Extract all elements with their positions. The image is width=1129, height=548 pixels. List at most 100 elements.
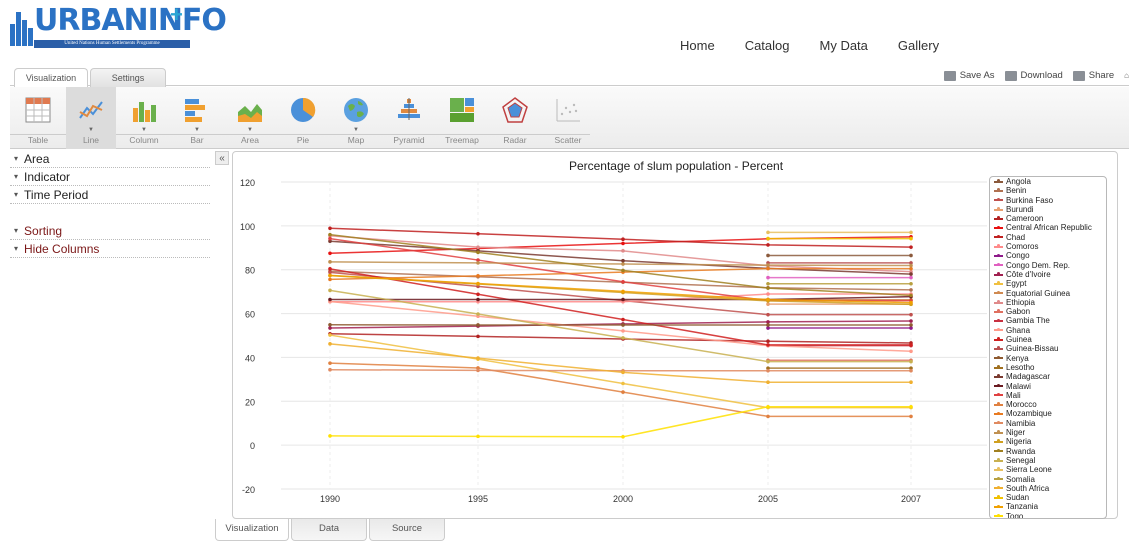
data-point[interactable] (476, 292, 480, 297)
data-point[interactable] (766, 320, 770, 324)
legend-item[interactable]: Tanzania (990, 502, 1106, 511)
data-point[interactable] (909, 414, 913, 419)
data-point[interactable] (909, 245, 913, 249)
legend-item[interactable]: Somalia (990, 475, 1106, 484)
collapse-sidebar-button[interactable]: « (215, 151, 229, 165)
data-point[interactable] (328, 260, 332, 264)
data-point[interactable] (328, 277, 332, 282)
sidebar-item-time-period[interactable]: ▾ Time Period (10, 186, 210, 204)
data-point[interactable] (766, 275, 770, 280)
data-point[interactable] (766, 323, 770, 327)
dropdown-caret-icon[interactable]: ▼ (141, 127, 147, 133)
data-point[interactable] (621, 262, 625, 266)
data-point[interactable] (476, 281, 480, 286)
data-point[interactable] (476, 356, 480, 360)
tab-visualization-bottom[interactable]: Visualization (215, 519, 289, 541)
nav-gallery[interactable]: Gallery (898, 38, 939, 53)
tool-treemap[interactable]: Treemap (437, 87, 487, 149)
legend-item[interactable]: Equatorial Guinea (990, 289, 1106, 298)
nav-home[interactable]: Home (680, 38, 715, 53)
data-point[interactable] (909, 288, 913, 292)
data-point[interactable] (328, 267, 332, 271)
legend-item[interactable]: Benin (990, 186, 1106, 195)
series-line[interactable] (329, 332, 912, 344)
data-point[interactable] (766, 302, 770, 306)
data-point[interactable] (476, 261, 480, 265)
data-point[interactable] (621, 336, 625, 340)
dropdown-caret-icon[interactable]: ▼ (88, 127, 94, 133)
data-point[interactable] (909, 266, 913, 271)
data-point[interactable] (328, 342, 332, 346)
data-point[interactable] (909, 312, 913, 317)
data-point[interactable] (766, 266, 770, 271)
data-point[interactable] (909, 253, 913, 258)
legend-item[interactable]: Ethiopia (990, 298, 1106, 307)
data-point[interactable] (328, 326, 332, 330)
data-point[interactable] (909, 272, 913, 276)
data-point[interactable] (909, 319, 913, 323)
legend-item[interactable]: Cameroon (990, 214, 1106, 223)
series-line[interactable] (329, 406, 911, 438)
tab-visualization[interactable]: Visualization (14, 68, 88, 87)
data-point[interactable] (766, 297, 770, 302)
data-point[interactable] (621, 249, 625, 253)
data-point[interactable] (909, 230, 913, 235)
data-point[interactable] (621, 329, 625, 333)
data-point[interactable] (621, 317, 625, 322)
tool-radar[interactable]: Radar (490, 87, 540, 149)
urbaninfo-logo[interactable]: URBANINFO + United Nations Human Settlem… (10, 2, 227, 50)
data-point[interactable] (476, 274, 480, 278)
data-point[interactable] (766, 339, 770, 344)
data-point[interactable] (766, 326, 770, 330)
legend-item[interactable]: South Africa (990, 484, 1106, 493)
data-point[interactable] (328, 251, 332, 256)
legend-item[interactable]: Gabon (990, 307, 1106, 316)
data-point[interactable] (621, 323, 625, 327)
data-point[interactable] (766, 253, 770, 258)
data-point[interactable] (328, 273, 332, 278)
series-line[interactable] (330, 295, 912, 301)
legend-item[interactable]: Niger (990, 428, 1106, 437)
legend-item[interactable]: Congo Dem. Rep. (990, 261, 1106, 270)
data-point[interactable] (328, 322, 332, 327)
tool-map[interactable]: ▼ Map (331, 87, 381, 149)
legend-item[interactable]: Angola (990, 177, 1106, 186)
series-line[interactable] (329, 368, 911, 372)
legend-item[interactable]: Côte d'Ivoire (990, 270, 1106, 279)
data-point[interactable] (909, 349, 913, 354)
data-point[interactable] (476, 297, 480, 302)
tool-line[interactable]: ▼ Line (66, 87, 116, 149)
data-point[interactable] (909, 326, 913, 330)
data-point[interactable] (621, 390, 625, 394)
data-point[interactable] (476, 245, 480, 249)
sidebar-item-sorting[interactable]: ▾ Sorting (10, 222, 210, 240)
legend-item[interactable]: Morocco (990, 400, 1106, 409)
nav-catalog[interactable]: Catalog (745, 38, 790, 53)
data-point[interactable] (766, 281, 770, 286)
legend-item[interactable]: Nigeria (990, 437, 1106, 446)
tool-pyramid[interactable]: Pyramid (384, 87, 434, 149)
legend-item[interactable]: Burkina Faso (990, 196, 1106, 205)
series-line[interactable] (329, 234, 912, 273)
legend-item[interactable]: Gambia The (990, 316, 1106, 325)
data-point[interactable] (476, 334, 480, 339)
tab-data[interactable]: Data (291, 519, 367, 541)
data-point[interactable] (328, 226, 332, 231)
legend-item[interactable]: Lesotho (990, 363, 1106, 372)
data-point[interactable] (328, 434, 332, 438)
data-point[interactable] (328, 297, 332, 302)
tool-bar[interactable]: ▼ Bar (172, 87, 222, 149)
data-point[interactable] (766, 230, 770, 235)
chart-legend[interactable]: Angola Benin Burkina Faso Burundi Cameroon Ce… (989, 176, 1107, 519)
tool-area[interactable]: ▼ Area (225, 87, 275, 149)
data-point[interactable] (766, 263, 770, 267)
data-point[interactable] (621, 279, 625, 284)
data-point[interactable] (909, 343, 913, 347)
legend-item[interactable]: Senegal (990, 456, 1106, 465)
sidebar-item-hide-columns[interactable]: ▾ Hide Columns (10, 240, 210, 258)
data-point[interactable] (766, 404, 770, 409)
data-point[interactable] (621, 258, 625, 263)
data-point[interactable] (621, 435, 625, 439)
home-icon[interactable]: ⌂ (1124, 71, 1129, 80)
data-point[interactable] (621, 289, 625, 294)
